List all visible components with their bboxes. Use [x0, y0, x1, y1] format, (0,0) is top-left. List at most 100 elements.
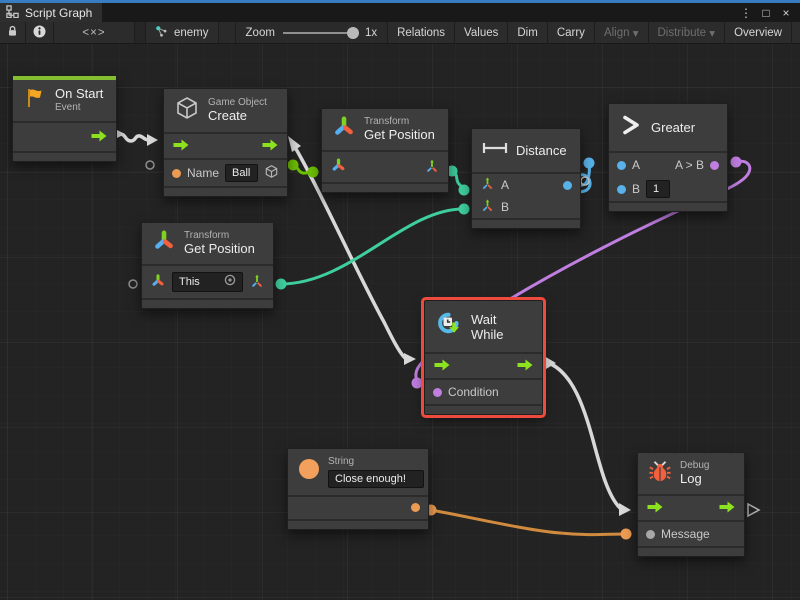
chevron-down-icon: ▾ [633, 26, 639, 40]
tab-title: Script Graph [25, 6, 92, 20]
node-footer [609, 203, 727, 211]
zoom-slider-track [283, 32, 357, 34]
flow-input-port[interactable] [646, 501, 664, 516]
string-output-port[interactable] [411, 503, 420, 512]
flow-output-row [13, 123, 116, 151]
node-title: Get Position [184, 242, 255, 257]
info-button[interactable] [26, 22, 54, 43]
relations-button[interactable]: Relations [388, 22, 455, 43]
align-label: Align [604, 27, 630, 39]
node-on-start[interactable]: On Start Event [12, 75, 117, 162]
carry-button[interactable]: Carry [548, 22, 595, 43]
toolbar-divider [135, 22, 146, 43]
wait-clock-icon [435, 310, 463, 343]
flow-input-port[interactable] [433, 359, 451, 374]
number-input-port-a[interactable] [617, 161, 626, 170]
port-label: A [632, 158, 640, 172]
lock-button[interactable] [0, 22, 26, 43]
condition-port-row: Condition [425, 380, 542, 404]
string-input-port[interactable] [172, 169, 181, 178]
boolean-output-port[interactable] [710, 161, 719, 170]
tab-bar: Script Graph ⋮ □ × [0, 3, 800, 22]
node-get-position-top[interactable]: Transform Get Position [321, 108, 449, 193]
node-create-gameobject[interactable]: Game Object Create Name Ball [163, 88, 288, 197]
target-value-field[interactable]: This [172, 272, 243, 292]
node-header: Transform Get Position [142, 223, 273, 264]
b-value-field[interactable]: 1 [646, 180, 670, 198]
ports-body: A A > B B 1 [609, 153, 727, 201]
close-icon[interactable]: × [778, 5, 794, 21]
node-header: Debug Log [638, 453, 744, 494]
boolean-input-port[interactable] [433, 388, 442, 397]
code-view-toggle[interactable]: <×> [54, 22, 135, 43]
gameobject-output-port[interactable] [264, 164, 279, 182]
align-button[interactable]: Align ▾ [595, 22, 649, 43]
distance-measure-icon [482, 141, 508, 160]
zoom-slider[interactable] [283, 27, 357, 39]
node-greater[interactable]: Greater A A > B B 1 [608, 103, 728, 212]
node-title: Log [680, 472, 709, 487]
values-button[interactable]: Values [455, 22, 508, 43]
graph-breadcrumb[interactable]: enemy [146, 22, 219, 43]
node-footer [472, 220, 580, 228]
graph-network-icon [155, 25, 168, 41]
vector3-output-port[interactable] [249, 273, 265, 292]
field-text: Close enough! [335, 472, 406, 486]
flow-input-port[interactable] [172, 139, 190, 154]
cube-icon [174, 95, 200, 126]
node-header: Game Object Create [164, 89, 287, 132]
maximize-icon[interactable]: □ [758, 5, 774, 21]
string-value-field[interactable]: Close enough! [328, 470, 424, 488]
overview-button[interactable]: Overview [725, 22, 792, 43]
node-title: Create [208, 109, 267, 124]
zoom-slider-handle[interactable] [347, 27, 359, 39]
port-label: Name [187, 166, 219, 180]
port-label: A [501, 178, 509, 192]
node-footer [322, 184, 448, 192]
flow-output-port[interactable] [90, 130, 108, 145]
flow-row [638, 496, 744, 520]
node-debug-log[interactable]: Debug Log Message [637, 452, 745, 557]
transform-input-port[interactable] [330, 157, 347, 177]
fullscreen-button[interactable]: Full Screen [792, 22, 800, 43]
flow-row [425, 354, 542, 378]
node-distance[interactable]: Distance A B [471, 128, 581, 229]
window-controls: ⋮ □ × [738, 3, 800, 22]
info-icon [33, 25, 46, 41]
node-string-literal[interactable]: String Close enough! [287, 448, 429, 530]
field-text: This [179, 275, 200, 289]
transform-input-port[interactable] [150, 273, 166, 292]
output-row [288, 497, 428, 519]
tab-script-graph[interactable]: Script Graph [0, 3, 102, 22]
vector3-input-port-a[interactable] [480, 176, 495, 194]
flag-icon [23, 86, 47, 115]
node-header: On Start Event [13, 80, 116, 121]
number-output-port[interactable] [563, 181, 572, 190]
node-footer [638, 548, 744, 556]
number-input-port-b[interactable] [617, 185, 626, 194]
message-input-port[interactable] [646, 530, 655, 539]
ports-body: A B [472, 174, 580, 218]
node-wait-while[interactable]: Wait While Condition [424, 300, 543, 415]
result-label: A > B [675, 158, 704, 172]
zoom-value: 1x [365, 27, 377, 39]
distribute-button[interactable]: Distribute ▾ [649, 22, 726, 43]
relations-label: Relations [397, 27, 445, 39]
object-picker-icon[interactable] [224, 274, 236, 290]
port-label: B [632, 182, 640, 196]
name-value-field[interactable]: Ball [225, 164, 258, 182]
script-graph-window: Script Graph ⋮ □ × <×> enemy [0, 0, 800, 600]
node-get-position-bottom[interactable]: Transform Get Position This [141, 222, 274, 309]
window-menu-icon[interactable]: ⋮ [738, 5, 754, 21]
dim-button[interactable]: Dim [508, 22, 547, 43]
flow-output-port[interactable] [516, 359, 534, 374]
node-footer [142, 300, 273, 308]
greater-than-icon [619, 113, 643, 142]
vector3-input-port-b[interactable] [480, 198, 495, 216]
node-title: Distance [516, 143, 567, 158]
flow-output-port[interactable] [718, 501, 736, 516]
vector3-output-port[interactable] [424, 158, 440, 177]
node-footer [288, 521, 428, 529]
flow-output-port[interactable] [261, 139, 279, 154]
node-title: Wait While [471, 312, 532, 342]
